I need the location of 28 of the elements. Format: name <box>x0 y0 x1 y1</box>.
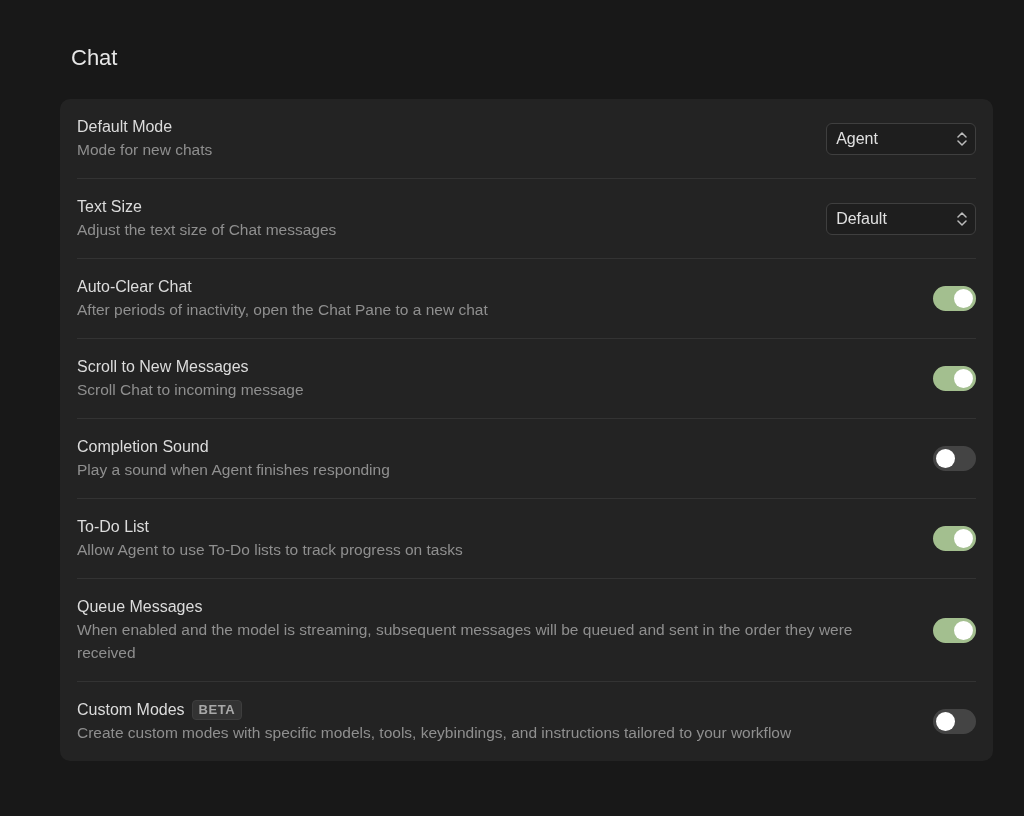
toggle-switch[interactable] <box>933 526 976 551</box>
setting-description: After periods of inactivity, open the Chat Pane to a new chat <box>77 300 489 320</box>
setting-label: Queue Messages <box>77 597 203 617</box>
setting-label: Text Size <box>77 197 142 217</box>
toggle-switch[interactable] <box>933 446 976 471</box>
setting-description: Create custom modes with specific models, tools, keybindings, and instructions tailored to your workflow <box>77 723 793 743</box>
section-title: Chat <box>71 44 119 72</box>
setting-label: To-Do List <box>77 517 150 537</box>
chevron-up-down-icon <box>957 210 967 227</box>
setting-label: Scroll to New Messages <box>77 357 249 377</box>
toggle-switch[interactable] <box>933 286 976 311</box>
setting-description: Allow Agent to use To-Do lists to track progress on tasks <box>77 540 464 560</box>
setting-description: Play a sound when Agent finishes responding <box>77 460 391 480</box>
toggle-switch[interactable] <box>933 366 976 391</box>
chevron-up-down-icon <box>957 130 967 147</box>
setting-label: Auto-Clear Chat <box>77 277 192 297</box>
beta-badge: BETA <box>191 700 243 720</box>
toggle-switch[interactable] <box>933 617 976 643</box>
setting-description: Mode for new chats <box>77 140 214 160</box>
dropdown[interactable]: Agent <box>826 122 976 155</box>
setting-label: Default Mode <box>77 117 173 137</box>
toggle-switch[interactable] <box>933 709 976 734</box>
setting-label: Custom Modes <box>77 700 185 720</box>
setting-description: When enabled and the model is streaming, subsequent messages will be queued and sent in the order they were received <box>77 620 854 663</box>
setting-description: Scroll Chat to incoming message <box>77 380 305 400</box>
setting-description: Adjust the text size of Chat messages <box>77 220 338 240</box>
dropdown[interactable]: Default <box>826 202 976 235</box>
setting-label: Completion Sound <box>77 437 209 457</box>
